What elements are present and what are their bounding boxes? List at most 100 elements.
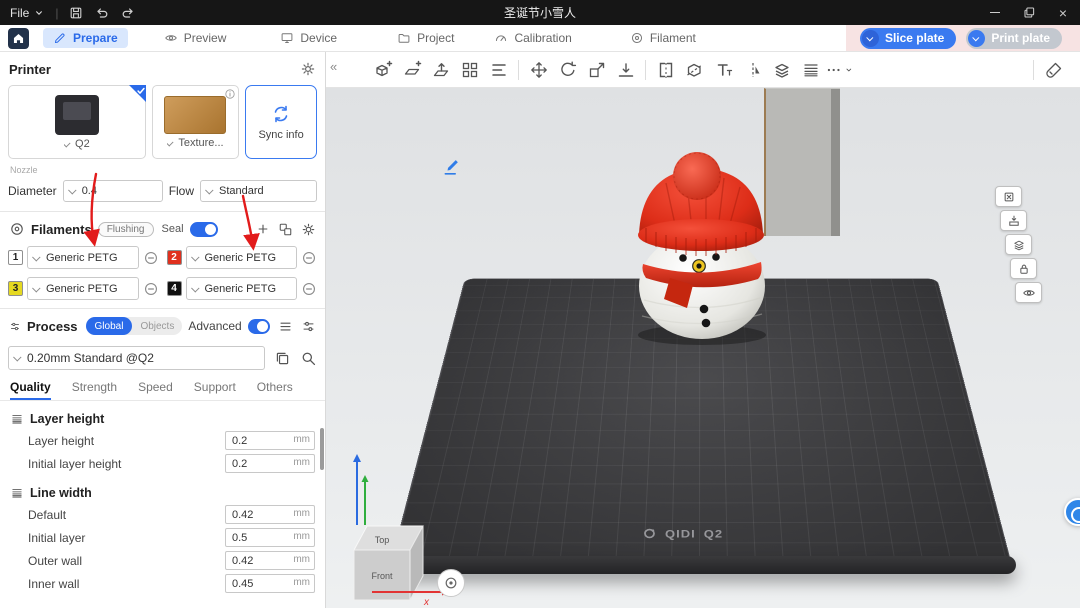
- flush-volumes-icon[interactable]: [278, 222, 293, 237]
- move-button[interactable]: [524, 55, 553, 84]
- advanced-toggle[interactable]: [248, 319, 270, 334]
- arrange-button[interactable]: [455, 55, 484, 84]
- param-tune-icon[interactable]: [301, 319, 316, 334]
- mirror-button[interactable]: [738, 55, 767, 84]
- advanced-label: Advanced: [188, 319, 241, 333]
- subtab-others[interactable]: Others: [257, 380, 293, 400]
- flushing-button[interactable]: Flushing: [98, 222, 154, 237]
- print-options-chevron-icon[interactable]: [968, 30, 985, 47]
- split-icon: [656, 60, 676, 80]
- param-list-icon[interactable]: [278, 319, 293, 334]
- scope-objects-button[interactable]: Objects: [132, 319, 182, 334]
- add-object-button[interactable]: [368, 55, 397, 84]
- sync-info-label: Sync info: [258, 129, 303, 141]
- collapse-sidebar-button[interactable]: «: [330, 59, 337, 74]
- tab-prepare[interactable]: Prepare: [43, 28, 128, 48]
- sync-icon: [271, 104, 291, 124]
- cut-button[interactable]: [680, 55, 709, 84]
- sidebar-scrollbar[interactable]: [320, 428, 324, 470]
- redo-icon[interactable]: [120, 5, 136, 21]
- filament-select[interactable]: Generic PETG: [27, 277, 139, 300]
- assembly-view-button[interactable]: [767, 55, 796, 84]
- auto-orient-button[interactable]: [426, 55, 455, 84]
- filament-select[interactable]: Generic PETG: [186, 246, 298, 269]
- snowman-model[interactable]: [326, 88, 1080, 608]
- split-objects-button[interactable]: [651, 55, 680, 84]
- align-button[interactable]: [484, 55, 513, 84]
- tab-project[interactable]: Project: [387, 28, 464, 48]
- subtab-strength[interactable]: Strength: [72, 380, 117, 400]
- scale-button[interactable]: [582, 55, 611, 84]
- plate-lock-button[interactable]: [1010, 258, 1037, 279]
- filament-color-box[interactable]: 4: [167, 281, 182, 296]
- remove-filament-icon[interactable]: [143, 281, 159, 297]
- add-filament-icon[interactable]: [256, 222, 270, 236]
- tab-calibration[interactable]: Calibration: [484, 28, 581, 48]
- undo-icon[interactable]: [94, 5, 110, 21]
- nozzle-diameter-select[interactable]: 0.4: [63, 180, 163, 202]
- scene-3d[interactable]: QIDI Q2: [326, 88, 1080, 608]
- filament-slot-number: 3: [13, 283, 19, 294]
- slice-options-chevron-icon[interactable]: [862, 30, 879, 47]
- close-button[interactable]: ×: [1046, 0, 1080, 25]
- param-row: Initial layer mm: [10, 526, 315, 549]
- filament-slot: 3 Generic PETG: [8, 277, 159, 300]
- rotate-button[interactable]: [553, 55, 582, 84]
- home-button[interactable]: [8, 28, 29, 49]
- filament-select[interactable]: Generic PETG: [186, 277, 298, 300]
- tab-preview[interactable]: Preview: [154, 28, 237, 48]
- place-on-face-button[interactable]: [611, 55, 640, 84]
- filament-color-box[interactable]: 2: [167, 250, 182, 265]
- filament-color-box[interactable]: 3: [8, 281, 23, 296]
- chevron-down-icon: [13, 353, 21, 361]
- sync-info-button[interactable]: Sync info: [245, 85, 317, 159]
- copy-preset-icon[interactable]: [274, 350, 291, 367]
- remove-filament-icon[interactable]: [301, 250, 317, 266]
- plate-delete-button[interactable]: [995, 186, 1022, 207]
- param-label: Initial layer: [10, 531, 85, 545]
- plate-orient-button[interactable]: [1005, 234, 1032, 255]
- scope-global-button[interactable]: Global: [86, 317, 133, 335]
- plate-type-card[interactable]: Texture...: [152, 85, 239, 159]
- add-plate-button[interactable]: [397, 55, 426, 84]
- remove-filament-icon[interactable]: [301, 281, 317, 297]
- printer-card[interactable]: Q2: [8, 85, 146, 159]
- subtab-quality[interactable]: Quality: [10, 380, 51, 400]
- tab-filament[interactable]: Filament: [620, 28, 706, 48]
- printer-settings-gear-icon[interactable]: [300, 61, 316, 77]
- text-tool-button[interactable]: [709, 55, 738, 84]
- remove-filament-icon[interactable]: [143, 250, 159, 266]
- slice-plate-button[interactable]: Slice plate: [860, 28, 956, 49]
- seal-toggle[interactable]: [190, 222, 218, 237]
- plate-arrange-button[interactable]: [1000, 210, 1027, 231]
- subtab-support[interactable]: Support: [194, 380, 236, 400]
- file-menu[interactable]: File: [10, 6, 45, 20]
- flow-select[interactable]: Standard: [200, 180, 317, 202]
- print-plate-button[interactable]: Print plate: [966, 28, 1062, 49]
- color-painting-button[interactable]: [1039, 55, 1068, 84]
- slice-plate-label: Slice plate: [885, 31, 944, 45]
- variable-layer-height-button[interactable]: [796, 55, 825, 84]
- search-param-icon[interactable]: [300, 350, 317, 367]
- plate-settings-button[interactable]: [1015, 282, 1042, 303]
- process-preset-select[interactable]: 0.20mm Standard @Q2: [8, 346, 265, 370]
- filament-color-box[interactable]: 1: [8, 250, 23, 265]
- tab-device[interactable]: Device: [270, 28, 347, 48]
- subtab-speed[interactable]: Speed: [138, 380, 173, 400]
- save-project-icon[interactable]: [68, 5, 84, 21]
- filament-name: Generic PETG: [205, 252, 277, 264]
- selected-check-badge: [129, 85, 146, 102]
- edit-plate-name-button[interactable]: [442, 154, 464, 176]
- filament-select[interactable]: Generic PETG: [27, 246, 139, 269]
- more-tools-button[interactable]: [825, 55, 854, 84]
- filament-settings-gear-icon[interactable]: [301, 222, 316, 237]
- param-label: Inner wall: [10, 577, 79, 591]
- minimize-button[interactable]: [978, 0, 1012, 25]
- camera-snapshot-button[interactable]: [437, 569, 465, 597]
- restore-button[interactable]: [1012, 0, 1046, 25]
- hat-brim: [638, 219, 764, 251]
- info-icon[interactable]: [224, 88, 236, 100]
- plate-type-select[interactable]: Texture...: [167, 137, 223, 149]
- printer-select[interactable]: Q2: [64, 138, 90, 150]
- process-section-header: Process Global Objects Advanced: [0, 311, 325, 341]
